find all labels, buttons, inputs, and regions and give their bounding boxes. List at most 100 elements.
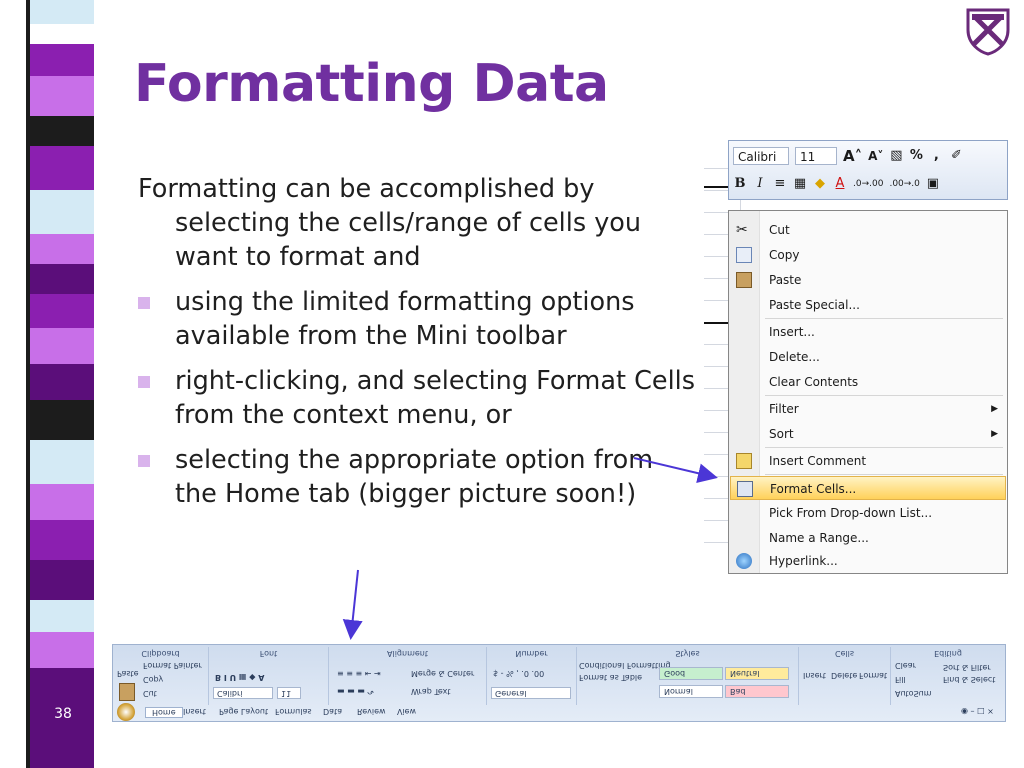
format-cells-button[interactable]: Format xyxy=(859,671,887,680)
menu-item-filter[interactable]: Filter ▶ xyxy=(730,397,1006,421)
fill-color-icon[interactable]: ◆ xyxy=(813,175,827,193)
ribbon-font-name[interactable]: Calibri xyxy=(213,687,273,699)
format-as-table-button[interactable]: Format as Table xyxy=(579,673,642,682)
tab-page-layout[interactable]: Page Layout xyxy=(219,707,268,716)
menu-item-insert[interactable]: Insert... xyxy=(730,320,1006,344)
merge-center-button[interactable]: Merge & Center xyxy=(411,669,474,678)
accounting-format-icon[interactable]: ▧ xyxy=(889,147,903,165)
bold-button[interactable]: B xyxy=(733,175,747,193)
excel-ribbon: Clipboard Paste Format Painter Copy Cut … xyxy=(112,644,1006,722)
mini-toolbar: Calibri 11 A˄ A˅ ▧ % , ✐ B I ≡ ▦ ◆ A .0→… xyxy=(728,140,1008,200)
bullet-marker xyxy=(138,455,150,467)
delete-cells-button[interactable]: Delete xyxy=(831,671,857,680)
ribbon-group-editing: Editing Clear Fill AutoSum Sort & Filter… xyxy=(895,649,996,698)
menu-item-format-cells[interactable]: Format Cells... xyxy=(730,476,1006,500)
decorative-stripe xyxy=(30,0,94,768)
menu-item-sort[interactable]: Sort ▶ xyxy=(730,422,1006,446)
mini-toolbar-row-2: B I ≡ ▦ ◆ A .0→.00 .00→.0 ▣ xyxy=(733,172,940,196)
number-format-dropdown[interactable]: General xyxy=(491,687,571,699)
sort-filter-button[interactable]: Sort & Filter xyxy=(943,663,991,672)
font-name-box[interactable]: Calibri xyxy=(733,147,789,165)
increase-decimal-button[interactable]: .0→.00 xyxy=(853,175,883,193)
font-color-icon[interactable]: A xyxy=(833,175,847,193)
borders-icon[interactable]: ▦ xyxy=(793,175,807,193)
tab-insert[interactable]: Insert xyxy=(183,707,206,716)
grow-font-button[interactable]: A˄ xyxy=(843,147,862,165)
clear-button[interactable]: Clear xyxy=(895,661,916,670)
ribbon-group-clipboard: Clipboard Paste Format Painter Copy Cut xyxy=(113,647,209,705)
menu-item-name-range[interactable]: Name a Range... xyxy=(730,526,1006,550)
scissors-icon: ✂ xyxy=(736,222,748,238)
tab-review[interactable]: Review xyxy=(357,707,386,716)
menu-item-paste[interactable]: Paste xyxy=(730,268,1006,292)
merge-cells-icon[interactable]: ▣ xyxy=(926,175,940,193)
slide-number: 38 xyxy=(54,706,72,722)
format-painter-button[interactable]: Format Painter xyxy=(143,661,202,670)
tab-formulas[interactable]: Formulas xyxy=(275,707,312,716)
menu-separator xyxy=(765,447,1003,448)
tab-home[interactable]: Home xyxy=(145,707,183,718)
menu-item-copy[interactable]: Copy xyxy=(730,243,1006,267)
submenu-arrow-icon: ▶ xyxy=(991,429,998,439)
ribbon-tabs: Home Insert Page Layout Formulas Data Re… xyxy=(113,703,1005,721)
font-size-box[interactable]: 11 xyxy=(795,147,837,165)
menu-separator xyxy=(765,395,1003,396)
bullet-item: right-clicking, and selecting Format Cel… xyxy=(138,364,698,432)
align-icons-row[interactable]: ≡ ≡ ≡ ⇤ ⇥ xyxy=(337,669,381,678)
ribbon-group-cells: Cells Insert Delete Format xyxy=(799,647,891,705)
menu-separator xyxy=(765,318,1003,319)
format-painter-icon[interactable]: ✐ xyxy=(949,147,963,165)
italic-button[interactable]: I xyxy=(753,175,767,193)
ribbon-group-alignment: Alignment ≡ ≡ ≡ ⇤ ⇥ Merge & Center ▬ ▬ ▬… xyxy=(329,647,487,705)
comment-icon xyxy=(736,453,752,469)
align-bottom-icons[interactable]: ▬ ▬ ▬ ↷ xyxy=(337,687,374,696)
tab-data[interactable]: Data xyxy=(323,707,342,716)
font-buttons-row[interactable]: B I U ▦ ◆ A xyxy=(215,673,264,682)
wrap-text-button[interactable]: Wrap Text xyxy=(411,687,451,696)
paste-button[interactable]: Paste xyxy=(117,669,139,678)
menu-item-delete[interactable]: Delete... xyxy=(730,345,1006,369)
style-neutral[interactable]: Neutral xyxy=(725,667,789,680)
shrink-font-button[interactable]: A˅ xyxy=(868,147,883,165)
cut-button[interactable]: Cut xyxy=(143,689,157,698)
format-cells-icon xyxy=(737,481,753,497)
window-controls[interactable]: ◉ – □ × xyxy=(961,707,994,716)
hyperlink-icon xyxy=(736,553,752,569)
menu-item-insert-comment[interactable]: Insert Comment xyxy=(730,449,1006,473)
crest-logo xyxy=(966,8,1010,56)
percent-button[interactable]: % xyxy=(909,147,923,165)
bullet-text: right-clicking, and selecting Format Cel… xyxy=(175,366,696,430)
autosum-button[interactable]: AutoSum xyxy=(895,689,932,698)
fill-button[interactable]: Fill xyxy=(895,675,906,684)
menu-item-cut[interactable]: ✂ Cut xyxy=(730,218,1006,242)
menu-item-clear-contents[interactable]: Clear Contents xyxy=(730,370,1006,394)
paste-icon xyxy=(119,683,135,701)
style-good[interactable]: Good xyxy=(659,667,723,680)
bullet-item: using the limited formatting options ava… xyxy=(138,285,698,353)
insert-cells-button[interactable]: Insert xyxy=(803,671,826,680)
menu-item-hyperlink[interactable]: Hyperlink... xyxy=(730,549,1006,573)
intro-text: Formatting can be accomplished by select… xyxy=(138,174,642,272)
ribbon-font-size[interactable]: 11 xyxy=(277,687,301,699)
tab-view[interactable]: View xyxy=(397,707,416,716)
style-normal[interactable]: Normal xyxy=(659,685,723,698)
number-format-icons[interactable]: $ - % , .0 .00 xyxy=(493,669,544,678)
conditional-formatting-button[interactable]: Conditional Formatting xyxy=(579,661,671,670)
mini-toolbar-row-1: Calibri 11 A˄ A˅ ▧ % , ✐ xyxy=(733,144,963,168)
slide-body: Formatting can be accomplished by select… xyxy=(138,172,698,522)
center-align-icon[interactable]: ≡ xyxy=(773,175,787,193)
ribbon-group-styles: Styles Conditional Formatting Format as … xyxy=(577,647,799,705)
find-select-button[interactable]: Find & Select xyxy=(943,675,995,684)
menu-separator xyxy=(765,474,1003,475)
menu-item-pick-from-list[interactable]: Pick From Drop-down List... xyxy=(730,501,1006,525)
menu-item-paste-special[interactable]: Paste Special... xyxy=(730,293,1006,317)
style-bad[interactable]: Bad xyxy=(725,685,789,698)
slide-title: Formatting Data xyxy=(134,54,609,114)
copy-icon xyxy=(736,247,752,263)
comma-button[interactable]: , xyxy=(929,147,943,165)
bullet-item: selecting the appropriate option from th… xyxy=(138,443,698,511)
paste-icon xyxy=(736,272,752,288)
decrease-decimal-button[interactable]: .00→.0 xyxy=(889,175,919,193)
office-button[interactable] xyxy=(117,703,135,721)
copy-button[interactable]: Copy xyxy=(143,675,163,684)
